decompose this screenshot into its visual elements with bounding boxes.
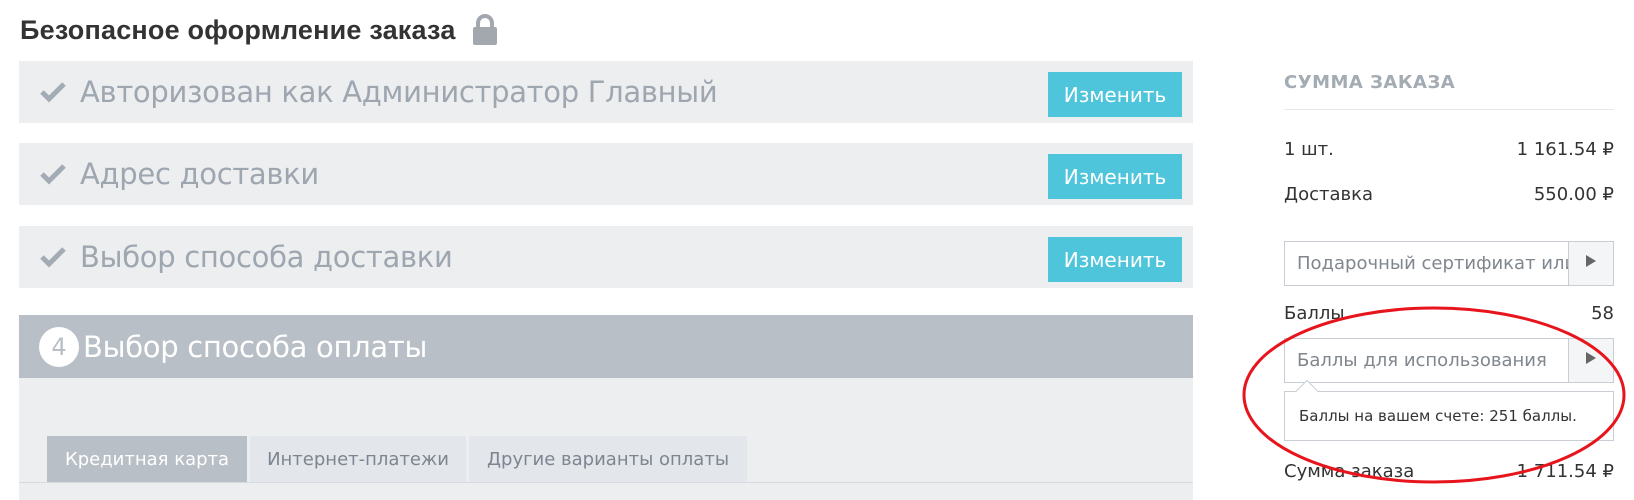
points-label: Баллы <box>1284 303 1345 324</box>
points-tooltip-text: Баллы на вашем счете: 251 баллы. <box>1299 407 1577 425</box>
tab-internet-payments[interactable]: Интернет-платежи <box>250 436 466 482</box>
points-input[interactable] <box>1285 339 1568 382</box>
tabs-divider <box>19 482 1193 483</box>
play-arrow-icon <box>1585 254 1597 273</box>
edit-delivery-method-button[interactable]: Изменить <box>1048 237 1182 282</box>
items-label: 1 шт. <box>1284 139 1334 160</box>
lock-icon <box>472 14 498 46</box>
step-title: Авторизован как Администратор Главный <box>80 75 718 109</box>
order-summary: СУММА ЗАКАЗА 1 шт. 1 161.54 ₽ Доставка 5… <box>1284 60 1614 482</box>
checkmark-icon <box>40 163 66 185</box>
tooltip-arrow <box>1295 379 1319 403</box>
step-title: Адрес доставки <box>80 157 319 191</box>
tab-credit-card[interactable]: Кредитная карта <box>47 436 247 482</box>
delivery-label: Доставка <box>1284 184 1373 205</box>
page-title-text: Безопасное оформление заказа <box>20 14 456 45</box>
step-payment-method: 4 Выбор способа оплаты <box>19 315 1193 400</box>
apply-points-button[interactable] <box>1568 339 1613 382</box>
payment-panel: Кредитная карта Интернет-платежи Другие … <box>19 378 1193 500</box>
payment-tabs: Кредитная карта Интернет-платежи Другие … <box>47 436 750 482</box>
gift-certificate-input[interactable] <box>1285 242 1568 285</box>
summary-points-row: Баллы 58 <box>1284 303 1614 324</box>
page-title: Безопасное оформление заказа <box>20 14 498 46</box>
gift-certificate-group <box>1284 241 1614 286</box>
tab-other-payment-options[interactable]: Другие варианты оплаты <box>469 436 747 482</box>
items-value: 1 161.54 ₽ <box>1516 139 1614 160</box>
summary-items-row: 1 шт. 1 161.54 ₽ <box>1284 139 1614 160</box>
order-summary-title: СУММА ЗАКАЗА <box>1284 60 1614 110</box>
points-input-group <box>1284 338 1614 383</box>
summary-delivery-row: Доставка 550.00 ₽ <box>1284 184 1614 205</box>
step-title: Выбор способа оплаты <box>83 329 428 364</box>
total-value: 1 711.54 ₽ <box>1516 461 1614 482</box>
edit-authorization-button[interactable]: Изменить <box>1048 72 1182 117</box>
apply-gift-certificate-button[interactable] <box>1568 242 1613 285</box>
step-authorization: Авторизован как Администратор Главный Из… <box>19 61 1193 123</box>
edit-delivery-address-button[interactable]: Изменить <box>1048 154 1182 199</box>
step-delivery-address: Адрес доставки Изменить <box>19 143 1193 205</box>
delivery-value: 550.00 ₽ <box>1533 184 1614 205</box>
points-value: 58 <box>1591 303 1614 324</box>
checkmark-icon <box>40 81 66 103</box>
step-title: Выбор способа доставки <box>80 240 453 274</box>
step-number-badge: 4 <box>39 326 79 367</box>
checkmark-icon <box>40 246 66 268</box>
play-arrow-icon <box>1585 351 1597 370</box>
total-label: Сумма заказа <box>1284 461 1415 482</box>
step-delivery-method: Выбор способа доставки Изменить <box>19 226 1193 288</box>
points-tooltip: Баллы на вашем счете: 251 баллы. <box>1284 379 1614 441</box>
summary-total-row: Сумма заказа 1 711.54 ₽ <box>1284 461 1614 482</box>
